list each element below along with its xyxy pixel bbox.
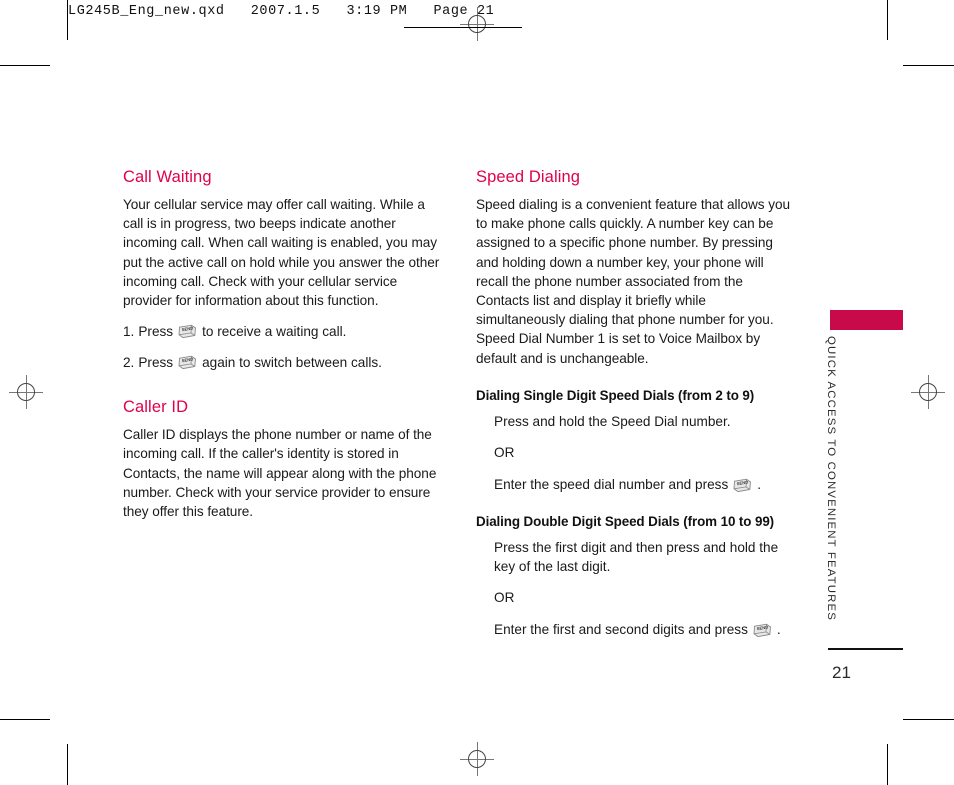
crop-mark-bottom-left-vertical [67,744,68,785]
section-title-caller-id: Caller ID [123,398,189,417]
registration-mark-bottom-center [460,742,494,776]
crop-mark-bottom-right-horizontal [903,719,954,720]
instruction-text-before: Enter the first and second digits and pr… [494,621,748,637]
page-number-rule [828,648,903,650]
speed-dialing-paragraph: Speed dialing is a convenient feature th… [476,197,790,366]
file-header-text: LG245B_Eng_new.qxd 2007.1.5 3:19 PM Page… [68,4,495,19]
step-number: 1. [123,324,135,340]
list-item: 1. Press SEND to receive a waiting call. [123,322,445,341]
step-text-before: Press [138,324,174,340]
instruction-text-before: Enter the speed dial number and press [494,476,729,492]
call-waiting-paragraph: Your cellular service may offer call wai… [123,197,440,309]
subsection-title-single-digit: Dialing Single Digit Speed Dials (from 2… [476,387,755,403]
crop-mark-top-right-horizontal [903,65,954,66]
crop-mark-bottom-left-horizontal [0,719,50,720]
instruction-text-after: . [776,621,781,637]
page-number: 21 [832,663,851,682]
caller-id-paragraph: Caller ID displays the phone number or n… [123,427,437,520]
instruction-text-after: . [757,476,762,492]
list-item: 2. Press SEND again to switch between ca… [123,353,445,372]
send-key-icon: SEND [733,478,752,493]
send-key-icon: SEND [178,324,197,339]
subsection-title-double-digit: Dialing Double Digit Speed Dials (from 1… [476,514,775,530]
double-digit-or: OR [494,590,515,606]
single-digit-instruction: Press and hold the Speed Dial number. [494,413,731,429]
left-column: Call Waiting Your cellular service may o… [123,168,445,523]
header-underline-rule [404,27,522,28]
double-digit-instruction: Press the first digit and then press and… [494,540,779,574]
side-tab-color-block [830,310,903,330]
registration-mark-left [9,375,43,409]
step-number: 2. [123,355,135,371]
single-digit-or: OR [494,445,515,461]
step-text-before: Press [138,355,174,371]
section-title-speed-dialing: Speed Dialing [476,168,581,186]
crop-mark-top-left-horizontal [0,65,50,66]
call-waiting-steps: 1. Press SEND to receive a waiting call.… [123,322,445,372]
send-key-icon: SEND [178,355,197,370]
crop-mark-top-right-vertical [887,0,888,40]
step-text-after: to receive a waiting call. [202,324,347,340]
right-column: Speed Dialing Speed dialing is a conveni… [476,168,796,652]
send-key-icon: SEND [753,623,772,638]
double-digit-alt-instruction: Enter the first and second digits and pr… [494,621,796,640]
registration-mark-right [911,375,945,409]
side-tab-label: QUICK ACCESS TO CONVENIENT FEATURES [825,336,837,621]
section-title-call-waiting: Call Waiting [123,168,212,186]
step-text-after: again to switch between calls. [202,355,382,371]
crop-mark-bottom-right-vertical [887,744,888,785]
single-digit-alt-instruction: Enter the speed dial number and press SE… [494,476,796,495]
